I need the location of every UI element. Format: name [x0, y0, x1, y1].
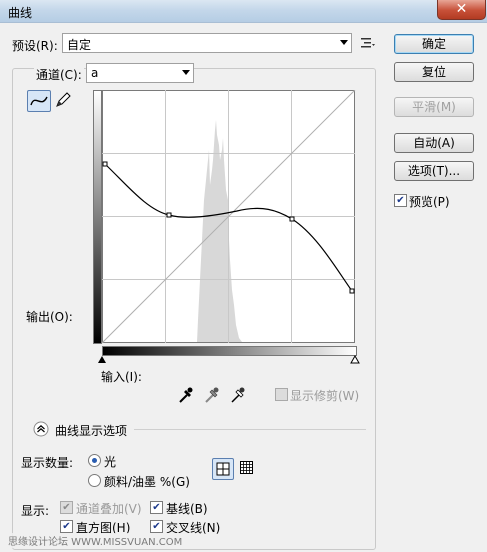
options-button[interactable]: 选项(T)... [394, 161, 474, 181]
chevron-down-icon [340, 40, 348, 45]
channel-value: a [91, 66, 99, 80]
section-divider [134, 429, 366, 430]
preview-checkbox[interactable]: ✔ [394, 194, 407, 207]
window-title: 曲线 [8, 6, 33, 20]
histogram-checkbox[interactable]: ✔ [60, 520, 73, 533]
reset-button[interactable]: 复位 [394, 62, 474, 82]
display-options-label: 曲线显示选项 [55, 424, 128, 438]
input-label: 输入(I): [101, 370, 142, 384]
output-label: 输出(O): [26, 310, 73, 324]
grid-4-button[interactable] [212, 458, 234, 480]
pencil-icon[interactable] [54, 91, 72, 109]
show-label: 显示: [21, 504, 50, 518]
grid-4-icon [216, 462, 230, 476]
watermark-text: 思缘设计论坛 WWW.MISSVUAN.COM [8, 533, 183, 548]
curve-tool-button[interactable] [27, 90, 51, 112]
close-button[interactable]: ✕ [437, 0, 486, 20]
baseline-checkbox[interactable]: ✔ [150, 501, 163, 514]
auto-button[interactable]: 自动(A) [394, 133, 474, 153]
smooth-button[interactable]: 平滑(M) [394, 97, 474, 117]
preset-menu-icon[interactable] [360, 36, 376, 50]
preset-dropdown[interactable]: 自定 [62, 33, 352, 53]
white-eyedropper-icon[interactable] [230, 386, 246, 404]
preview-label: 预览(P) [409, 195, 450, 209]
preset-label: 预设(R): [12, 39, 58, 53]
show-clipping-label: 显示修剪(W) [290, 389, 360, 403]
curve-point [289, 216, 295, 222]
curve-tool-icon [30, 96, 48, 106]
channel-overlay-checkbox[interactable]: ✔ [60, 501, 73, 514]
show-clipping-checkbox[interactable] [275, 388, 288, 401]
amount-pigment-label: 颜料/油墨 %(G) [104, 475, 190, 489]
baseline-label: 基线(B) [166, 502, 208, 516]
curve-point [349, 288, 355, 294]
input-gradient-bar [102, 346, 357, 356]
curves-graph[interactable] [102, 90, 356, 344]
output-gradient-bar [93, 90, 102, 344]
black-point-slider[interactable] [97, 355, 107, 364]
channel-label: 通道(C): [34, 66, 84, 83]
ok-button[interactable]: 确定 [394, 34, 474, 54]
grid-10-icon[interactable] [238, 459, 256, 477]
chevron-down-icon [182, 70, 190, 75]
intersection-checkbox[interactable]: ✔ [150, 520, 163, 533]
show-amount-label: 显示数量: [21, 456, 74, 470]
channel-overlay-label: 通道叠加(V) [76, 502, 142, 516]
amount-pigment-radio[interactable] [88, 474, 101, 487]
channel-dropdown[interactable]: a [86, 63, 194, 83]
title-bar [0, 0, 487, 23]
amount-light-radio[interactable] [88, 454, 101, 467]
amount-light-label: 光 [104, 455, 117, 469]
curve-point [166, 212, 172, 218]
gray-eyedropper-icon[interactable] [204, 386, 220, 404]
white-point-slider[interactable] [350, 355, 360, 364]
black-eyedropper-icon[interactable] [178, 386, 194, 404]
curve-point [102, 161, 108, 167]
preset-value: 自定 [67, 38, 92, 52]
collapse-chevron-icon[interactable] [33, 421, 49, 437]
